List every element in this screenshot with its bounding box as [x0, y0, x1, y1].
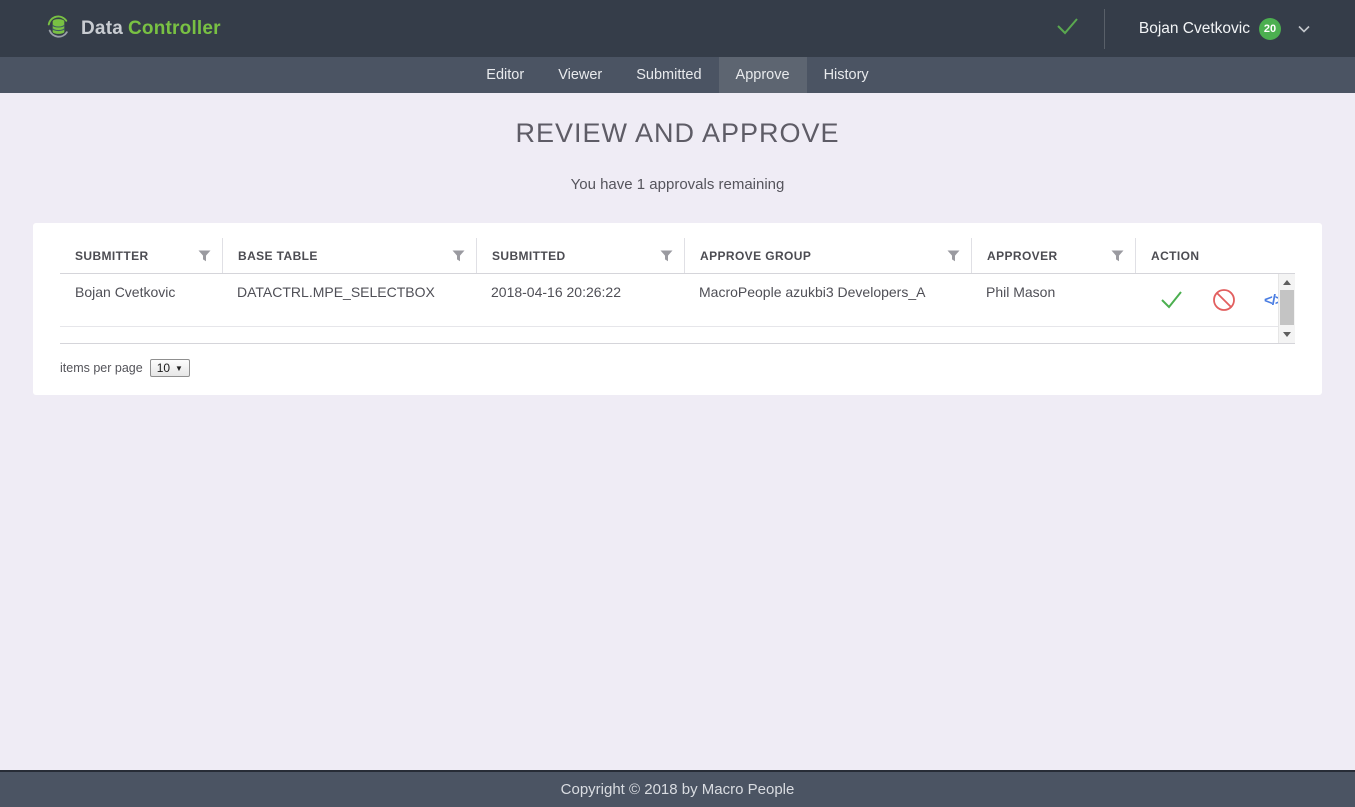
approvals-remaining-text: You have 1 approvals remaining	[0, 149, 1355, 193]
code-glyph-text: </>	[1264, 292, 1278, 309]
column-header-base-table: BASE TABLE	[222, 238, 476, 273]
user-name: Bojan Cvetkovic	[1139, 20, 1250, 38]
brand-name: DataController	[81, 18, 221, 40]
column-label: BASE TABLE	[238, 249, 318, 263]
page-footer: Copyright © 2018 by Macro People	[0, 770, 1355, 807]
header-status-check-icon[interactable]	[1052, 13, 1082, 44]
brand-logo[interactable]: DataController	[0, 13, 221, 45]
filter-icon[interactable]	[660, 250, 673, 262]
column-label: ACTION	[1151, 249, 1199, 263]
database-sync-icon	[45, 13, 72, 45]
page-title: REVIEW AND APPROVE	[0, 93, 1355, 149]
chevron-down-icon	[1298, 20, 1310, 38]
column-header-action: ACTION	[1135, 238, 1278, 273]
approvals-grid: SUBMITTER BASE TABLE SUBMITTED APPROVE G…	[60, 238, 1295, 377]
column-header-submitter: SUBMITTER	[60, 238, 222, 273]
tab-approve[interactable]: Approve	[719, 57, 807, 93]
header-divider	[1104, 9, 1105, 49]
grid-header-row: SUBMITTER BASE TABLE SUBMITTED APPROVE G…	[60, 238, 1295, 274]
approve-check-icon[interactable]	[1159, 289, 1184, 311]
filter-icon[interactable]	[452, 250, 465, 262]
tab-submitted[interactable]: Submitted	[619, 57, 718, 93]
approvals-card: SUBMITTER BASE TABLE SUBMITTED APPROVE G…	[33, 223, 1322, 395]
column-label: APPROVER	[987, 249, 1058, 263]
reject-ban-icon[interactable]	[1211, 287, 1237, 313]
brand-name-primary: Data	[81, 18, 123, 39]
column-label: SUBMITTER	[75, 249, 149, 263]
empty-row	[60, 327, 1278, 343]
column-header-approve-group: APPROVE GROUP	[684, 238, 971, 273]
page-size-value: 10	[157, 361, 170, 375]
cell-submitter: Bojan Cvetkovic	[60, 274, 222, 326]
items-per-page-label: items per page	[60, 361, 143, 375]
column-header-submitted: SUBMITTED	[476, 238, 684, 273]
scroll-up-arrow-icon[interactable]	[1279, 276, 1295, 289]
filter-icon[interactable]	[1111, 250, 1124, 262]
filter-icon[interactable]	[198, 250, 211, 262]
filter-icon[interactable]	[947, 250, 960, 262]
scroll-down-arrow-icon[interactable]	[1279, 328, 1295, 341]
cell-submitted: 2018-04-16 20:26:22	[476, 274, 684, 326]
top-header: DataController Bojan Cvetkovic 20	[0, 0, 1355, 57]
column-header-approver: APPROVER	[971, 238, 1135, 273]
grid-pager: items per page 10 ▼	[60, 344, 1295, 377]
cell-approver: Phil Mason	[971, 274, 1135, 326]
cell-approve-group: MacroPeople azukbi3 Developers_A	[684, 274, 971, 326]
tab-editor[interactable]: Editor	[469, 57, 541, 93]
view-code-icon[interactable]: </>	[1264, 292, 1278, 309]
cell-actions: </>	[1135, 274, 1278, 326]
header-right: Bojan Cvetkovic 20	[1052, 9, 1355, 49]
cell-base-table: DATACTRL.MPE_SELECTBOX	[222, 274, 476, 326]
column-label: APPROVE GROUP	[700, 249, 811, 263]
scrollbar-thumb[interactable]	[1280, 290, 1294, 325]
grid-body: Bojan Cvetkovic DATACTRL.MPE_SELECTBOX 2…	[60, 274, 1295, 344]
tab-viewer[interactable]: Viewer	[541, 57, 619, 93]
brand-name-secondary: Controller	[128, 18, 221, 39]
main-content: REVIEW AND APPROVE You have 1 approvals …	[0, 93, 1355, 770]
user-menu[interactable]: Bojan Cvetkovic 20	[1139, 18, 1310, 40]
column-label: SUBMITTED	[492, 249, 566, 263]
copyright-text: Copyright © 2018 by Macro People	[561, 781, 795, 798]
select-caret-icon: ▼	[175, 364, 183, 373]
app: DataController Bojan Cvetkovic 20 Editor…	[0, 0, 1355, 807]
main-nav: Editor Viewer Submitted Approve History	[0, 57, 1355, 93]
page-size-select[interactable]: 10 ▼	[150, 359, 190, 377]
table-row: Bojan Cvetkovic DATACTRL.MPE_SELECTBOX 2…	[60, 274, 1278, 327]
vertical-scrollbar[interactable]	[1278, 274, 1295, 343]
tab-history[interactable]: History	[807, 57, 886, 93]
approvals-count-badge: 20	[1259, 18, 1281, 40]
